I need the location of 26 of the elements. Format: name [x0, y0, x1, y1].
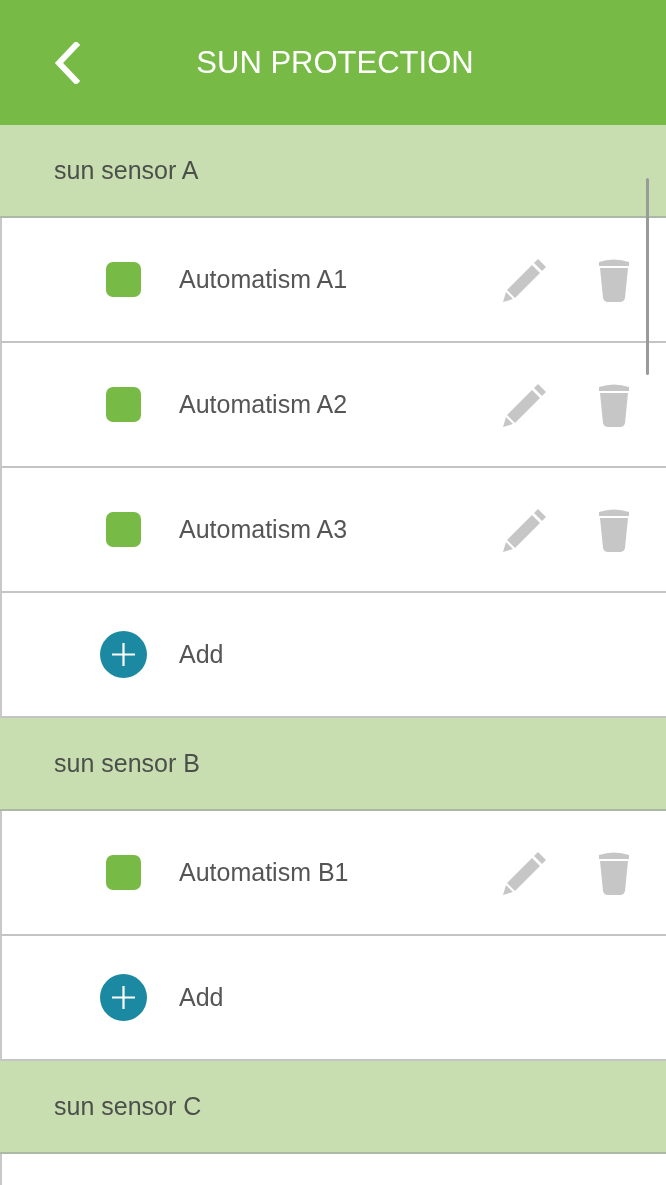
trash-icon[interactable]: [598, 507, 630, 552]
scrollbar-thumb[interactable]: [646, 178, 649, 375]
automatism-label: Automatism A1: [179, 265, 349, 294]
section-header: sun sensor A: [0, 125, 666, 218]
add-icon[interactable]: [100, 974, 147, 1021]
status-square-icon: [106, 387, 141, 422]
automatism-label: Automatism A3: [179, 515, 349, 544]
status-square-icon: [106, 512, 141, 547]
add-label[interactable]: Add: [179, 983, 224, 1012]
add-label[interactable]: Add: [179, 640, 224, 669]
status-square-icon: [106, 262, 141, 297]
section-header: sun sensor B: [0, 718, 666, 811]
trash-icon[interactable]: [598, 382, 630, 427]
back-chevron-icon[interactable]: [54, 41, 80, 84]
automatism-label: Automatism A2: [179, 390, 349, 419]
status-square-icon: [106, 855, 141, 890]
trash-icon[interactable]: [598, 850, 630, 895]
pencil-icon[interactable]: [503, 507, 547, 552]
pencil-icon[interactable]: [503, 257, 547, 302]
pencil-icon[interactable]: [503, 382, 547, 427]
trash-icon[interactable]: [598, 257, 630, 302]
add-icon[interactable]: [100, 631, 147, 678]
pencil-icon[interactable]: [503, 850, 547, 895]
page-title: SUN PROTECTION: [196, 44, 474, 81]
automatism-label: Automatism B1: [179, 858, 350, 887]
section-header: sun sensor C: [0, 1061, 666, 1154]
